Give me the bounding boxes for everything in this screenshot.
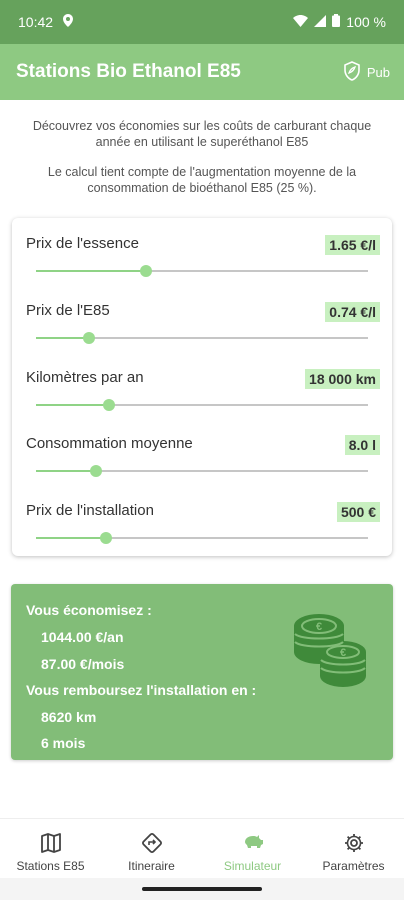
intro-line-1: Découvrez vos économies sur les coûts de… [32, 119, 372, 149]
savings-heading: Vous économisez : [26, 602, 152, 618]
slider-thumb[interactable] [89, 465, 102, 477]
slider-fill [36, 270, 146, 272]
slider-fill [36, 470, 96, 472]
slider-fill [36, 404, 110, 406]
gear-icon [343, 831, 365, 855]
slider-thumb[interactable] [83, 332, 96, 344]
slider-essence[interactable] [36, 265, 368, 277]
battery-icon [332, 14, 341, 30]
wifi-icon [293, 14, 309, 30]
param-row-consumption: Consommation moyenne 8.0 l [12, 435, 392, 501]
directions-icon [141, 831, 163, 855]
payback-heading: Vous remboursez l'installation en : [26, 682, 257, 698]
status-time: 10:42 [18, 14, 54, 30]
home-indicator[interactable] [142, 887, 262, 891]
nav-label: Stations E85 [16, 859, 85, 873]
svg-text:€: € [340, 647, 346, 659]
param-value: 18 000 km [305, 369, 380, 389]
payback-months: 6 mois [41, 735, 86, 751]
gesture-bar [0, 878, 404, 900]
app-title: Stations Bio Ethanol E85 [16, 61, 241, 82]
param-row-e85: Prix de l'E85 0.74 €/l [12, 302, 392, 368]
param-label: Prix de l'E85 [26, 302, 110, 319]
param-label: Prix de l'installation [26, 502, 154, 519]
map-icon [40, 831, 62, 855]
payback-km: 8620 km [41, 709, 97, 725]
nav-simulateur[interactable]: Simulateur [202, 819, 303, 879]
status-bar: 10:42 100 % [0, 0, 404, 44]
intro-line-2: Le calcul tient compte de l'augmentation… [47, 165, 357, 195]
bottom-nav: Stations E85 Itineraire Simulateur Param… [0, 818, 404, 879]
slider-thumb[interactable] [139, 265, 152, 277]
nav-itineraire[interactable]: Itineraire [101, 819, 202, 879]
slider-km[interactable] [36, 399, 368, 411]
slider-fill [36, 537, 106, 539]
location-icon [63, 14, 74, 30]
param-label: Prix de l'essence [26, 235, 139, 252]
shield-icon [343, 60, 361, 84]
param-value: 8.0 l [344, 435, 380, 455]
nav-label: Itineraire [128, 859, 175, 873]
svg-text:€: € [316, 621, 322, 633]
nav-label: Paramètres [322, 859, 385, 873]
param-value: 500 € [336, 502, 380, 522]
savings-card: Vous économisez : 1044.00 €/an 87.00 €/m… [11, 584, 393, 760]
nav-parametres[interactable]: Paramètres [303, 819, 404, 879]
slider-thumb[interactable] [103, 399, 116, 411]
signal-icon [314, 14, 327, 30]
param-row-installation: Prix de l'installation 500 € [12, 502, 392, 568]
intro-text: Découvrez vos économies sur les coûts de… [14, 118, 390, 210]
param-row-essence: Prix de l'essence 1.65 €/l [12, 235, 392, 301]
slider-e85[interactable] [36, 332, 368, 344]
savings-per-year: 1044.00 €/an [41, 629, 124, 645]
nav-stations[interactable]: Stations E85 [0, 819, 101, 879]
piggy-bank-icon [241, 831, 265, 855]
slider-installation[interactable] [36, 532, 368, 544]
battery-level: 100 % [346, 14, 386, 30]
slider-fill [36, 337, 90, 339]
param-row-km: Kilomètres par an 18 000 km [12, 369, 392, 435]
pub-label: Pub [366, 64, 390, 80]
slider-consumption[interactable] [36, 465, 368, 477]
pub-button[interactable]: Pub [343, 60, 390, 84]
savings-per-month: 87.00 €/mois [41, 656, 125, 672]
app-bar: Stations Bio Ethanol E85 Pub [0, 44, 404, 100]
param-value: 1.65 €/l [325, 235, 380, 255]
nav-label: Simulateur [223, 859, 282, 873]
param-value: 0.74 €/l [325, 302, 380, 322]
param-label: Consommation moyenne [26, 435, 193, 452]
param-label: Kilomètres par an [26, 369, 144, 386]
coins-icon: € € [293, 612, 367, 693]
parameters-card: Prix de l'essence 1.65 €/l Prix de l'E85… [12, 218, 392, 556]
slider-thumb[interactable] [99, 532, 112, 544]
